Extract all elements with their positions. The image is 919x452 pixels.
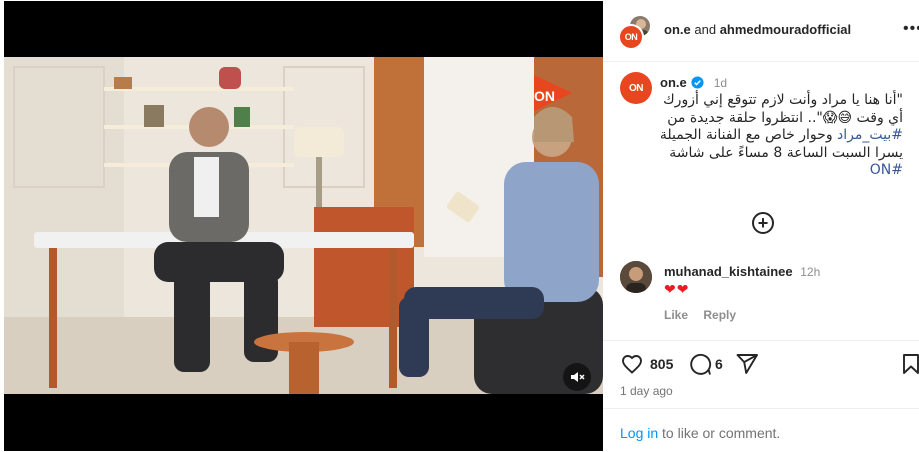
caption-line: #ON	[658, 162, 903, 180]
comment-time[interactable]: 12h	[800, 265, 820, 279]
caption-line: "أنا هنا يا مراد وأنت لازم تتوقع إني أزو…	[663, 92, 903, 108]
like-count[interactable]: 805	[650, 356, 673, 372]
more-horizontal-icon: •••	[903, 20, 919, 37]
avatar-stack[interactable]: ON	[618, 14, 654, 50]
account-avatar[interactable]: ON	[618, 24, 644, 50]
hashtag-link[interactable]: #بيت_مراد	[837, 127, 903, 143]
load-more-comments-button[interactable]: +	[752, 212, 774, 234]
post-side-panel: ON on.e and ahmedmouradofficial ••• ON o…	[603, 0, 919, 452]
caption-line: #بيت_مراد وحوار خاص مع الفنانة الجميلة	[658, 127, 903, 145]
login-prompt: Log in to like or comment.	[620, 425, 780, 441]
channel-logo: ON	[534, 88, 555, 104]
bookmark-icon[interactable]	[899, 352, 919, 376]
caption-line-text: وحوار خاص مع الفنانة الجميلة	[659, 127, 838, 143]
on-logo: ON	[624, 32, 638, 42]
verified-badge-icon	[691, 76, 704, 89]
muted-speaker-icon	[571, 372, 585, 382]
comment-icon[interactable]	[688, 352, 712, 376]
collaborator-link[interactable]: ahmedmouradofficial	[720, 22, 851, 37]
comment-like-button[interactable]: Like	[664, 308, 688, 322]
hashtag-link[interactable]: #ON	[870, 162, 903, 178]
login-rest-text: to like or comment.	[658, 425, 781, 441]
post-time-ago[interactable]: 1 day ago	[620, 384, 673, 398]
caption-username[interactable]: on.e	[660, 75, 687, 90]
caption-text: "أنا هنا يا مراد وأنت لازم تتوقع إني أزو…	[658, 92, 903, 180]
more-options-button[interactable]: •••	[903, 20, 919, 37]
video-player[interactable]: ON	[4, 1, 603, 451]
video-frame: ON	[4, 57, 603, 394]
actions-divider	[603, 340, 919, 341]
caption-line: أي وقت 😅😱".. انتظروا حلقة جديدة من	[667, 109, 903, 126]
comment-actions: Like Reply	[664, 308, 748, 322]
header-joiner: and	[694, 22, 717, 37]
comment-text: ❤❤	[664, 281, 690, 297]
mute-button[interactable]	[563, 363, 591, 391]
header-usernames: on.e and ahmedmouradofficial	[664, 22, 851, 37]
comment-username[interactable]: muhanad_kishtainee	[664, 264, 793, 279]
commenter-avatar[interactable]	[620, 261, 652, 293]
caption-time[interactable]: 1d	[714, 76, 727, 90]
caption-avatar[interactable]: ON	[620, 72, 652, 104]
account-link[interactable]: on.e	[664, 22, 691, 37]
plus-circle-icon: +	[757, 213, 769, 233]
comment-reply-button[interactable]: Reply	[703, 308, 736, 322]
caption-line: يسرا السبت الساعة 8 مساءً على شاشة	[669, 144, 903, 161]
heart-icon[interactable]	[620, 352, 644, 376]
login-link[interactable]: Log in	[620, 425, 658, 441]
comment-header: muhanad_kishtainee 12h	[664, 264, 820, 279]
caption-header: on.e 1d	[660, 75, 727, 90]
comment-count[interactable]: 6	[715, 356, 723, 372]
on-logo: ON	[629, 82, 644, 94]
send-icon[interactable]	[735, 352, 759, 376]
post-header: ON on.e and ahmedmouradofficial •••	[603, 0, 919, 62]
